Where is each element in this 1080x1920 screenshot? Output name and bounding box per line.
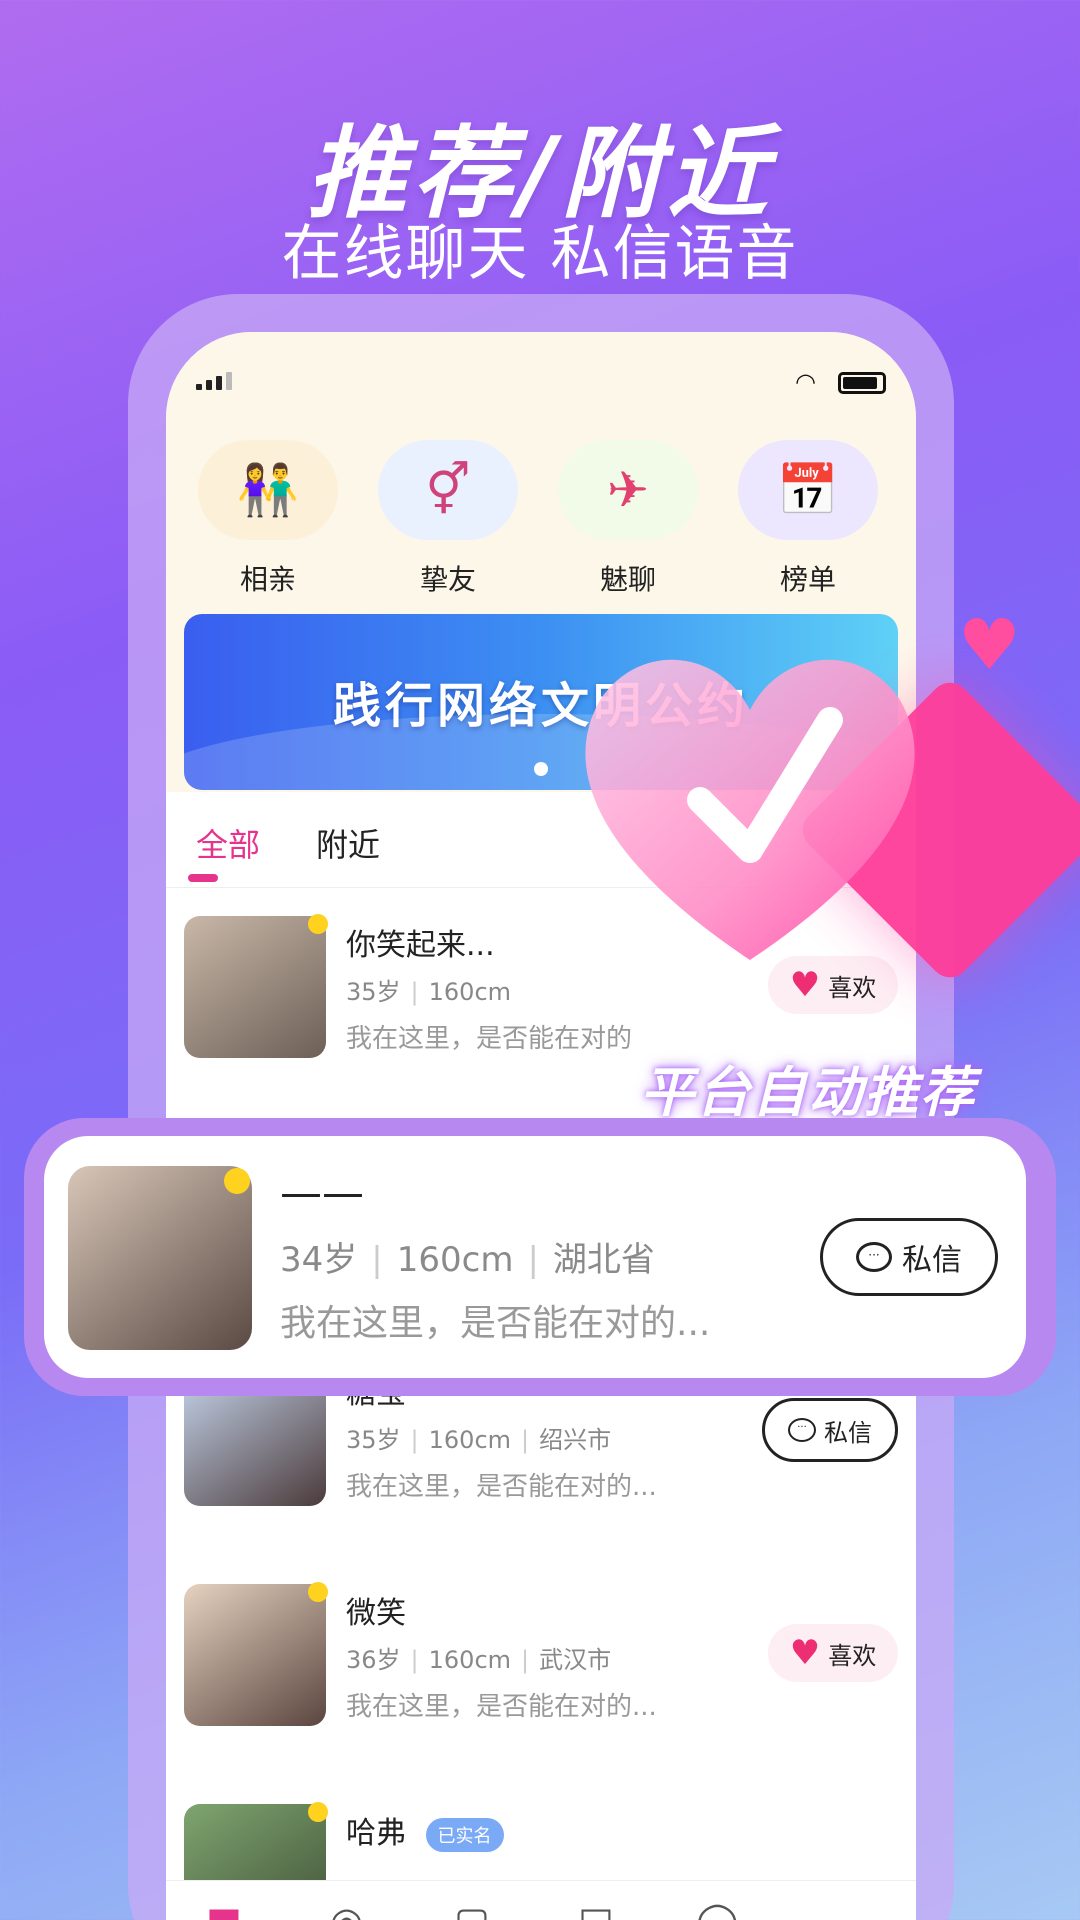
quick-nav-item-friends[interactable]: ⚥ 挚友 [378, 440, 518, 598]
quick-nav-label: 魅聊 [599, 563, 656, 596]
verified-badge: 已实名 [425, 1817, 504, 1852]
message-button[interactable]: ··· 私信 [820, 1218, 998, 1296]
chat-bubble-icon: ··· [788, 1418, 816, 1442]
calendar-heart-icon: 📅 [738, 440, 878, 540]
user-meta: 34岁 | 160cm | 湖北省 [280, 1240, 655, 1280]
signal-icon [196, 372, 232, 390]
user-location: 湖北省 [552, 1240, 655, 1280]
user-height: 160cm [428, 1426, 512, 1454]
quick-nav-label: 榜单 [779, 563, 836, 596]
user-location: 绍兴市 [539, 1426, 612, 1454]
user-bio: 我在这里，是否能在对的... [346, 1692, 657, 1722]
user-feed: 你笑起来... 35岁|160cm 我在这里，是否能在对的 ♥ 喜欢 糖宝 35… [166, 888, 916, 1920]
tab-nearby[interactable]: 附近 [316, 820, 380, 866]
user-name: 微笑 [346, 1596, 406, 1631]
avatar[interactable] [184, 914, 328, 1058]
airplane-icon: ✈ [558, 440, 698, 540]
user-name: 哈弗 [346, 1816, 406, 1851]
highlight-card[interactable]: —— 34岁 | 160cm | 湖北省 我在这里，是否能在对的... ··· 私信 [44, 1136, 1026, 1378]
status-bar: ◠ [196, 368, 886, 398]
quick-nav-label: 相亲 [239, 563, 296, 596]
quick-nav-label: 挚友 [419, 563, 476, 596]
user-meta: 36岁 | 160cm | 武汉市 [346, 1646, 612, 1674]
tab-all[interactable]: 全部 [196, 820, 260, 866]
user-height: 160cm [396, 1240, 514, 1280]
user-height: 160cm [428, 1646, 512, 1674]
promo-subline: 在线聊天 私信语音 [281, 219, 799, 289]
quick-nav-item-chat[interactable]: ✈ 魅聊 [558, 440, 698, 598]
quick-nav: 👫 相亲 ⚥ 挚友 ✈ 魅聊 📅 榜单 [166, 440, 916, 610]
tab-active-indicator [188, 874, 218, 882]
user-name-row: 哈弗 已实名 [346, 1808, 504, 1852]
avatar[interactable] [184, 1582, 328, 1726]
user-bio: 我在这里，是否能在对的... [280, 1303, 711, 1344]
home-icon[interactable]: ■ [206, 1899, 242, 1920]
user-meta: 35岁 | 160cm [346, 978, 512, 1006]
gender-symbols-icon: ⚥ [378, 440, 518, 540]
user-age: 34岁 [280, 1240, 358, 1280]
moments-icon[interactable]: ◎ [330, 1899, 363, 1920]
chat-bubble-icon: ··· [856, 1242, 892, 1272]
profile-icon[interactable]: ◯ [696, 1899, 739, 1920]
bottom-tab-bar: ■ ◎ ▢ □ ◯ [166, 1880, 916, 1920]
user-name: 你笑起来... [346, 928, 495, 963]
quick-nav-item-ranking[interactable]: 📅 榜单 [738, 440, 878, 598]
user-age: 35岁 [346, 1426, 401, 1454]
like-label: 喜欢 [828, 1641, 877, 1670]
quick-nav-item-matchmaking[interactable]: 👫 相亲 [198, 440, 338, 598]
user-meta: 35岁 | 160cm | 绍兴市 [346, 1426, 612, 1454]
user-location: 武汉市 [539, 1646, 612, 1674]
wifi-icon: ◠ [795, 368, 816, 396]
message-label: 私信 [824, 1418, 872, 1447]
auto-recommend-label: 平台自动推荐 [640, 1061, 976, 1124]
avatar[interactable] [68, 1166, 252, 1350]
message-button[interactable]: ··· 私信 [762, 1398, 898, 1462]
heart-check-decoration [585, 659, 915, 960]
messages-icon[interactable]: □ [578, 1899, 614, 1920]
user-height: 160cm [428, 978, 512, 1006]
list-item[interactable]: 微笑 36岁 | 160cm | 武汉市 我在这里，是否能在对的... ♥ 喜欢 [184, 1582, 898, 1764]
user-name: —— [280, 1168, 364, 1217]
battery-icon [838, 372, 886, 394]
video-icon[interactable]: ▢ [454, 1899, 490, 1920]
banner-page-indicator [534, 762, 548, 776]
like-button[interactable]: ♥ 喜欢 [768, 1624, 898, 1682]
small-heart-decoration: ♥ [958, 604, 1021, 686]
user-bio: 我在这里，是否能在对的... [346, 1472, 657, 1502]
message-label: 私信 [902, 1243, 962, 1278]
heart-icon: ♥ [789, 1633, 821, 1673]
user-bio: 我在这里，是否能在对的 [346, 1024, 633, 1054]
user-age: 35岁 [346, 978, 401, 1006]
couple-icon: 👫 [198, 440, 338, 540]
user-age: 36岁 [346, 1646, 401, 1674]
